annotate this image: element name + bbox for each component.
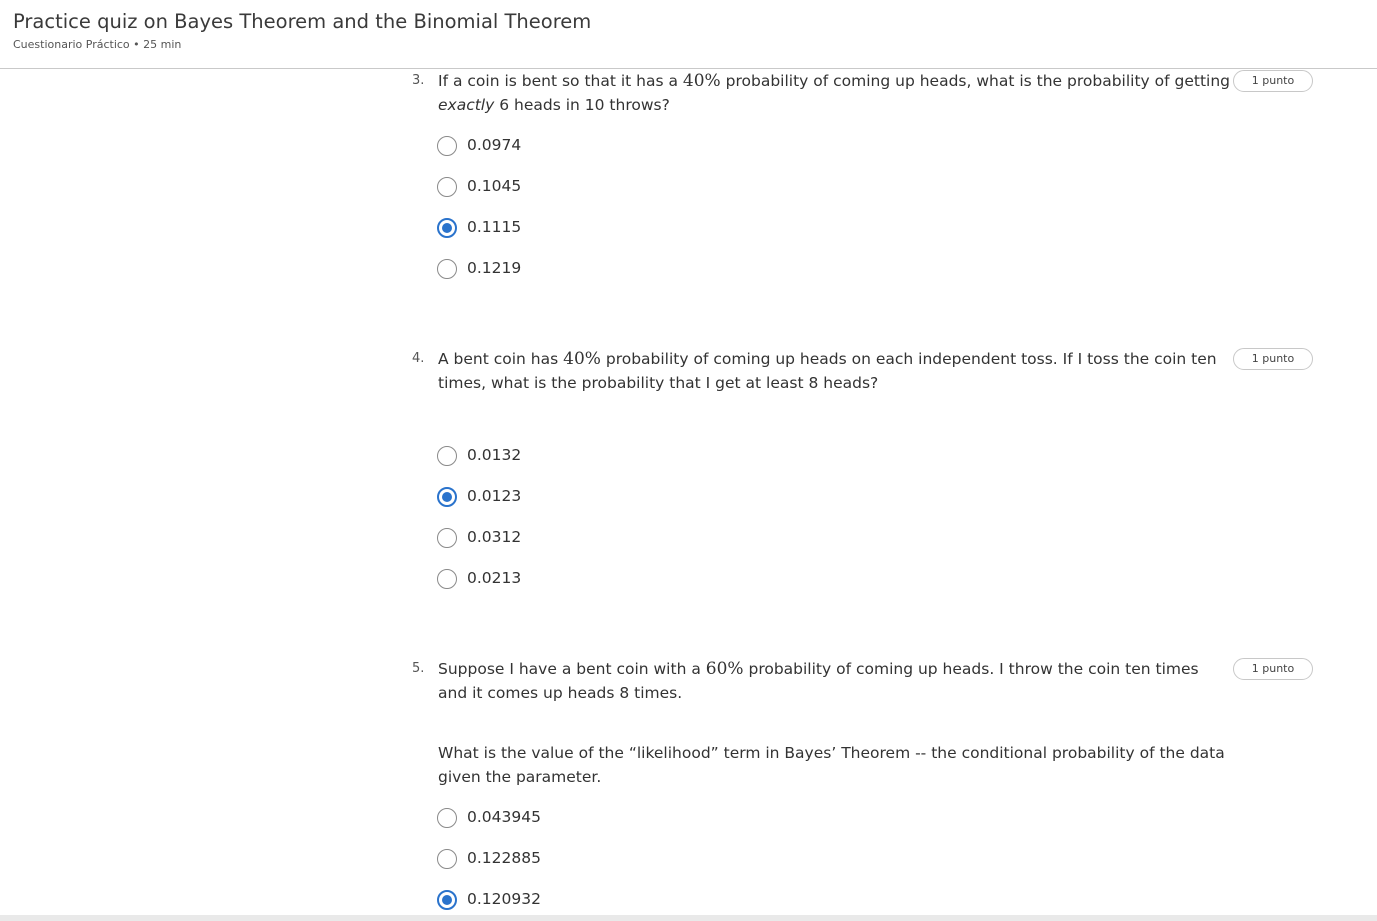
- option-label: 0.1219: [467, 259, 522, 277]
- math-expression: 60%: [705, 659, 744, 679]
- option-label: 0.1045: [467, 177, 522, 195]
- page-title: Practice quiz on Bayes Theorem and the B…: [13, 10, 592, 33]
- math-expression: 40%: [682, 71, 721, 91]
- question-number: 5.: [412, 661, 425, 676]
- points-badge: 1 punto: [1233, 658, 1313, 680]
- option-label: 0.0132: [467, 446, 522, 464]
- emphasis-text: exactly: [438, 96, 495, 114]
- question-text: Suppose I have a bent coin with a 60% pr…: [438, 659, 1199, 702]
- radio-button[interactable]: [437, 177, 457, 197]
- radio-button-selected[interactable]: [437, 487, 457, 507]
- page-header: Practice quiz on Bayes Theorem and the B…: [0, 0, 1377, 69]
- question-text: If a coin is bent so that it has a 40% p…: [438, 71, 1231, 114]
- radio-button[interactable]: [437, 259, 457, 279]
- question-text: A bent coin has 40% probability of comin…: [438, 349, 1217, 392]
- option-label: 0.122885: [467, 849, 541, 867]
- radio-button[interactable]: [437, 849, 457, 869]
- points-badge: 1 punto: [1233, 70, 1313, 92]
- radio-button[interactable]: [437, 528, 457, 548]
- bottom-bar: [0, 915, 1377, 921]
- radio-button[interactable]: [437, 136, 457, 156]
- radio-button[interactable]: [437, 569, 457, 589]
- option-label: 0.120932: [467, 890, 541, 908]
- radio-button-selected[interactable]: [437, 890, 457, 910]
- question-number: 4.: [412, 351, 425, 366]
- radio-button-selected[interactable]: [437, 218, 457, 238]
- option-label: 0.0123: [467, 487, 522, 505]
- option-label: 0.0312: [467, 528, 522, 546]
- question-subtext: What is the value of the “likelihood” te…: [438, 744, 1225, 786]
- math-expression: 40%: [563, 349, 601, 369]
- option-label: 0.043945: [467, 808, 541, 826]
- option-label: 0.0974: [467, 136, 522, 154]
- page-subtitle: Cuestionario Práctico • 25 min: [13, 38, 182, 51]
- option-label: 0.0213: [467, 569, 522, 587]
- radio-button[interactable]: [437, 808, 457, 828]
- points-badge: 1 punto: [1233, 348, 1313, 370]
- option-label: 0.1115: [467, 218, 522, 236]
- radio-button[interactable]: [437, 446, 457, 466]
- question-number: 3.: [412, 73, 425, 88]
